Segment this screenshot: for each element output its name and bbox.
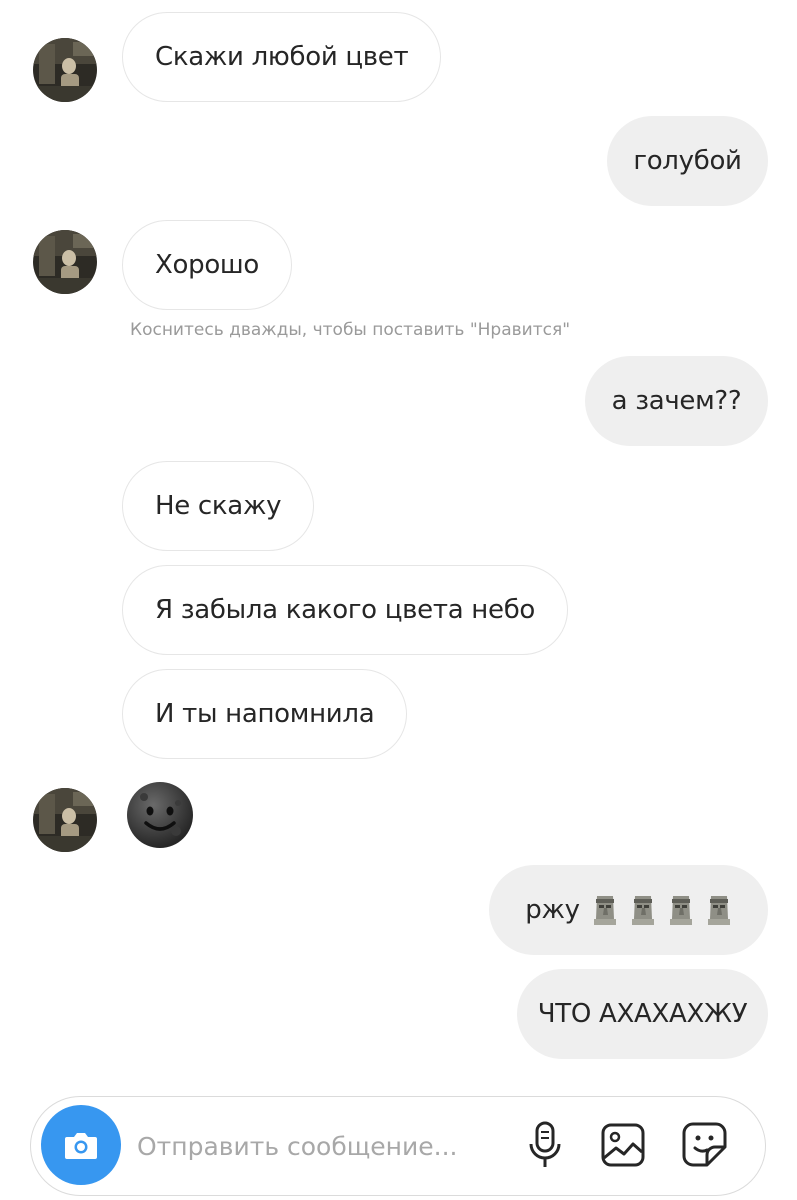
- message-bubble-incoming[interactable]: Хорошо: [122, 220, 293, 310]
- message-bubble-outgoing[interactable]: а зачем??: [585, 356, 768, 446]
- camera-button[interactable]: [41, 1105, 121, 1185]
- microphone-icon: [529, 1121, 561, 1167]
- moai-icon: [707, 896, 730, 925]
- sticker-button[interactable]: [679, 1119, 731, 1171]
- avatar-photo: [33, 38, 97, 102]
- message-bubble-incoming[interactable]: И ты напомнила: [122, 669, 408, 759]
- message-text: Не скажу: [155, 491, 282, 521]
- voice-message-button[interactable]: [519, 1119, 571, 1171]
- message-bubble-outgoing[interactable]: голубой: [607, 116, 768, 206]
- message-text: а зачем??: [611, 386, 742, 416]
- message-bubble-outgoing[interactable]: ржу: [489, 865, 768, 955]
- message-text: голубой: [633, 146, 742, 176]
- message-input[interactable]: [135, 1119, 509, 1173]
- message-text: ржу: [525, 895, 580, 925]
- message-bubble-incoming[interactable]: Я забыла какого цвета небо: [122, 565, 569, 655]
- gallery-icon: [601, 1123, 645, 1167]
- avatar[interactable]: [33, 38, 97, 102]
- message-text: И ты напомнила: [155, 699, 375, 729]
- message-text: Хорошо: [155, 250, 260, 280]
- new-moon-face-icon: [127, 782, 193, 848]
- moai-icon: [631, 896, 654, 925]
- message-bubble-incoming[interactable]: Скажи любой цвет: [122, 12, 442, 102]
- message-composer: [30, 1096, 766, 1196]
- double-tap-like-hint: Коснитесь дважды, чтобы поставить "Нрави…: [130, 320, 571, 340]
- avatar[interactable]: [33, 230, 97, 294]
- message-bubble-incoming[interactable]: Не скажу: [122, 461, 315, 551]
- camera-icon: [65, 1133, 97, 1159]
- message-text: ЧТО АХАХАХЖУ: [537, 999, 748, 1029]
- sticker-icon: [682, 1122, 727, 1167]
- message-text: Я забыла какого цвета небо: [155, 595, 536, 625]
- message-bubble-outgoing[interactable]: ЧТО АХАХАХЖУ: [517, 969, 768, 1059]
- avatar-photo: [33, 788, 97, 852]
- avatar-photo: [33, 230, 97, 294]
- message-text: Скажи любой цвет: [155, 42, 409, 72]
- moai-icon: [593, 896, 616, 925]
- gallery-button[interactable]: [597, 1119, 649, 1171]
- avatar[interactable]: [33, 788, 97, 852]
- moai-icon: [669, 896, 692, 925]
- new-moon-face-emoji[interactable]: [126, 781, 194, 849]
